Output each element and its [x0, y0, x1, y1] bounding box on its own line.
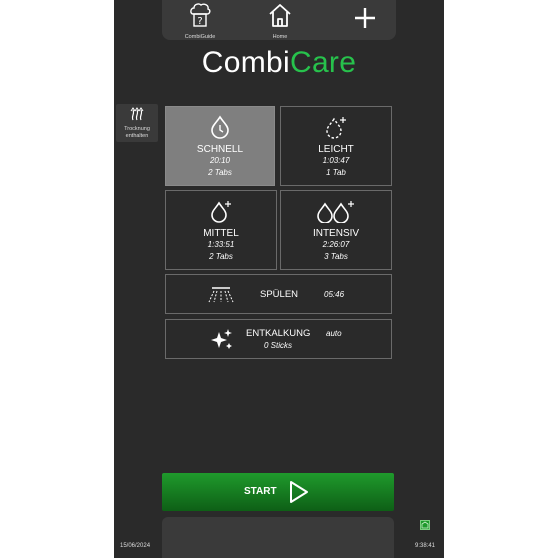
rinse-label: SPÜLEN	[260, 289, 299, 300]
program-intensiv[interactable]: INTENSIV 2:26:07 3 Tabs	[280, 190, 392, 270]
spray-icon	[208, 287, 234, 303]
program-name: MITTEL	[203, 228, 239, 239]
home-icon	[269, 4, 291, 27]
home-label: Home	[272, 34, 288, 40]
program-mittel[interactable]: MITTEL 1:33:51 2 Tabs	[165, 190, 277, 270]
drying-label-line2: enthalten	[125, 132, 149, 139]
rinse-option[interactable]: SPÜLEN 05:46	[165, 274, 392, 314]
program-duration: 2:26:07	[322, 240, 350, 249]
program-tabs: 3 Tabs	[324, 252, 348, 261]
double-drop-sparkle-icon	[317, 201, 354, 224]
program-tabs: 2 Tabs	[209, 252, 233, 261]
descale-sticks: 0 Sticks	[264, 341, 293, 350]
brand-care: Care	[289, 46, 357, 79]
program-name: INTENSIV	[312, 228, 360, 239]
footer-date: 15/06/2024	[120, 543, 151, 549]
top-navigation: ? CombiGuide Home	[162, 0, 396, 40]
svg-text:?: ?	[197, 16, 202, 27]
status-icon	[421, 521, 429, 529]
program-duration: 1:03:47	[322, 156, 350, 165]
add-button[interactable]	[350, 6, 380, 35]
program-duration: 1:33:51	[207, 240, 235, 249]
brand-combi: Combi	[201, 46, 290, 79]
combiguide-label: CombiGuide	[184, 34, 216, 40]
combiguide-button[interactable]: ? CombiGuide	[178, 2, 222, 40]
help-cap-icon: ?	[190, 3, 211, 27]
brand-logo: CombiCare	[114, 46, 444, 80]
program-name: SCHNELL	[196, 144, 244, 155]
descale-mode: auto	[326, 329, 342, 338]
steam-arrows-icon	[130, 107, 144, 121]
status-indicator	[420, 520, 430, 530]
drop-clock-icon	[211, 115, 229, 139]
program-duration: 20:10	[209, 156, 231, 165]
drop-dashed-sparkle-icon	[326, 117, 346, 139]
play-icon	[290, 481, 308, 503]
drop-sparkle-icon	[211, 201, 231, 223]
plus-icon	[355, 8, 375, 28]
drying-toggle[interactable]: Trocknung enthalten	[116, 104, 158, 142]
program-tabs: 2 Tabs	[208, 168, 232, 177]
start-button[interactable]: START	[162, 473, 394, 511]
device-screen: ? CombiGuide Home CombiCare Trocknung en…	[114, 0, 444, 558]
rinse-duration: 05:46	[324, 290, 345, 299]
program-schnell[interactable]: SCHNELL 20:10 2 Tabs	[165, 106, 275, 186]
program-name: LEICHT	[318, 144, 354, 155]
program-leicht[interactable]: LEICHT 1:03:47 1 Tab	[280, 106, 392, 186]
program-tabs: 1 Tab	[326, 168, 346, 177]
home-button[interactable]: Home	[260, 2, 300, 40]
descale-label: ENTKALKUNG	[246, 328, 311, 339]
start-label: START	[244, 486, 277, 497]
bottom-panel	[162, 517, 394, 558]
sparkles-icon	[211, 329, 232, 349]
footer-time: 9:38:41	[415, 543, 436, 549]
descale-option[interactable]: ENTKALKUNG auto 0 Sticks	[165, 319, 392, 359]
